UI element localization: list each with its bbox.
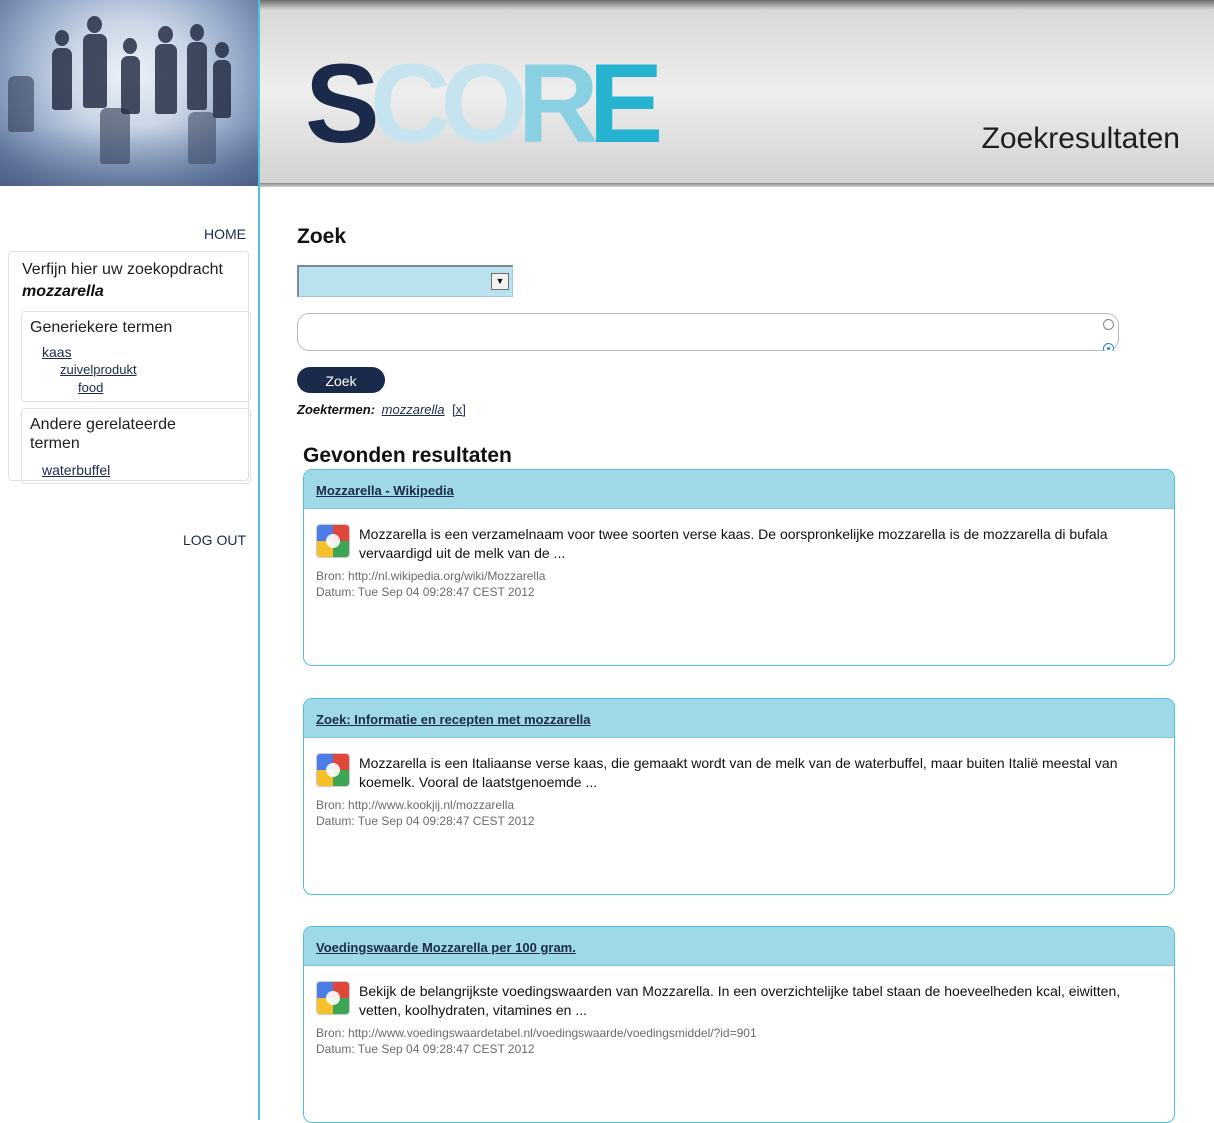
result-card-header: Zoek: Informatie en recepten met mozzare…: [304, 699, 1174, 738]
result-title-link[interactable]: Mozzarella - Wikipedia: [316, 483, 454, 498]
google-icon: [316, 753, 350, 787]
chevron-down-icon[interactable]: ▼: [491, 273, 509, 290]
google-icon: [316, 981, 350, 1015]
result-meta: Bron: http://www.kookjij.nl/mozzarella D…: [316, 797, 535, 829]
term-link-zuivelprodukt[interactable]: zuivelprodukt: [60, 362, 137, 377]
result-card-header: Mozzarella - Wikipedia: [304, 470, 1174, 509]
result-card: Zoek: Informatie en recepten met mozzare…: [303, 698, 1175, 895]
radio-option-1[interactable]: [1103, 319, 1114, 330]
search-input[interactable]: [297, 313, 1119, 351]
result-snippet: Bekijk de belangrijkste voedingswaarden …: [359, 983, 1121, 1018]
logout-link[interactable]: LOG OUT: [183, 532, 246, 548]
result-title-link[interactable]: Voedingswaarde Mozzarella per 100 gram.: [316, 940, 576, 955]
search-term-link[interactable]: mozzarella: [382, 402, 445, 417]
result-meta: Bron: http://nl.wikipedia.org/wiki/Mozza…: [316, 568, 545, 600]
page-title: Zoekresultaten: [981, 122, 1180, 155]
result-date: Datum: Tue Sep 04 09:28:47 CEST 2012: [316, 585, 535, 599]
search-terms-line: Zoektermen: mozzarella [x]: [297, 402, 466, 417]
term-link-kaas[interactable]: kaas: [42, 344, 72, 360]
radio-option-2[interactable]: [1103, 343, 1114, 351]
result-card-header: Voedingswaarde Mozzarella per 100 gram.: [304, 927, 1174, 966]
score-logo: SCORE: [305, 41, 663, 166]
result-date: Datum: Tue Sep 04 09:28:47 CEST 2012: [316, 1042, 535, 1056]
result-date: Datum: Tue Sep 04 09:28:47 CEST 2012: [316, 814, 535, 828]
result-source: Bron: http://www.voedingswaardetabel.nl/…: [316, 1026, 757, 1040]
refine-panel: Verfijn hier uw zoekopdracht mozzarella …: [8, 251, 251, 484]
result-source: Bron: http://nl.wikipedia.org/wiki/Mozza…: [316, 569, 546, 583]
result-snippet: Mozzarella is een verzamelnaam voor twee…: [359, 526, 1108, 561]
related-terms-title: Andere gerelateerde termen: [30, 416, 176, 452]
result-snippet: Mozzarella is een Italiaanse verse kaas,…: [359, 755, 1118, 790]
refine-title: Verfijn hier uw zoekopdracht: [22, 261, 223, 278]
term-link-food[interactable]: food: [78, 380, 103, 395]
column-divider: [258, 0, 260, 1120]
search-terms-label: Zoektermen:: [297, 402, 376, 417]
search-heading: Zoek: [297, 225, 347, 248]
result-source: Bron: http://www.kookjij.nl/mozzarella: [316, 798, 515, 812]
refine-term: mozzarella: [22, 283, 104, 300]
result-title-link[interactable]: Zoek: Informatie en recepten met mozzare…: [316, 712, 591, 727]
result-card: Voedingswaarde Mozzarella per 100 gram. …: [303, 926, 1175, 1123]
google-icon: [316, 524, 350, 558]
search-category-select[interactable]: ▼: [297, 265, 513, 297]
home-link[interactable]: HOME: [204, 226, 246, 242]
generic-terms-title: Generiekere termen: [30, 319, 173, 336]
result-meta: Bron: http://www.voedingswaardetabel.nl/…: [316, 1025, 757, 1057]
related-terms-box: Andere gerelateerde termen waterbuffel: [21, 408, 251, 484]
term-link-waterbuffel[interactable]: waterbuffel: [42, 462, 110, 478]
header-photo: [0, 0, 259, 186]
search-button[interactable]: Zoek: [297, 367, 385, 393]
results-heading: Gevonden resultaten: [303, 444, 512, 467]
result-card: Mozzarella - Wikipedia Mozzarella is een…: [303, 469, 1175, 666]
remove-term-button[interactable]: [x]: [452, 402, 466, 417]
generic-terms-box: Generiekere termen kaas zuivelprodukt fo…: [21, 311, 251, 402]
